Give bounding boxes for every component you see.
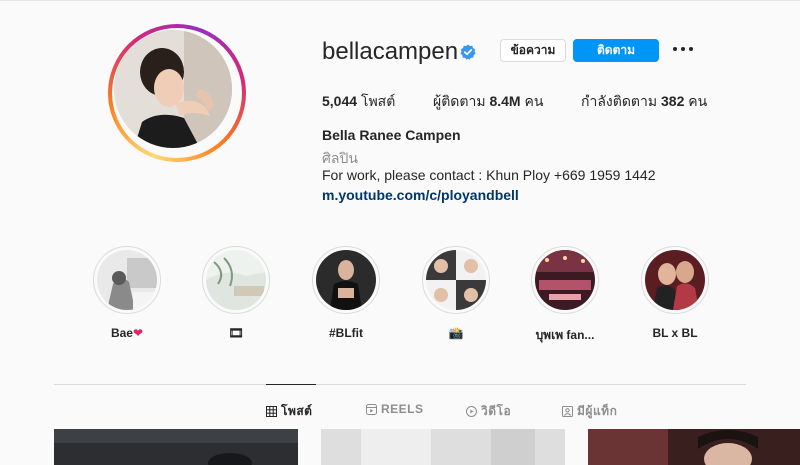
- posts-number: 5,044: [322, 93, 358, 109]
- highlight-cover: [316, 250, 376, 310]
- tagged-icon: [562, 406, 573, 417]
- following-label: กำลังติดตาม: [581, 93, 658, 109]
- tab-posts[interactable]: โพสต์: [266, 402, 312, 421]
- reels-icon: [366, 404, 377, 415]
- profile-avatar[interactable]: [108, 24, 246, 162]
- bio-text: For work, please contact : Khun Ploy +66…: [322, 167, 656, 183]
- bio-link[interactable]: m.youtube.com/c/ployandbell: [322, 187, 519, 203]
- post-thumbnail[interactable]: [54, 429, 298, 465]
- highlight-cover: [97, 250, 157, 310]
- tab-tagged-label: มีผู้แท็ก: [577, 404, 618, 418]
- highlight-label: 📸: [448, 326, 464, 340]
- username: bellacampen: [322, 38, 459, 65]
- following-count[interactable]: กำลังติดตาม 382 คน: [581, 91, 707, 113]
- tabs-divider: [54, 384, 746, 385]
- tab-posts-label: โพสต์: [281, 404, 313, 418]
- tab-reels[interactable]: REELS: [366, 402, 424, 416]
- highlight-label: #BLfit: [329, 326, 363, 340]
- tab-videos-label: วิดีโอ: [481, 404, 512, 418]
- highlight-label: 🎞: [228, 326, 244, 340]
- following-unit: คน: [688, 93, 708, 109]
- highlight-cover: [645, 250, 705, 310]
- tab-tagged[interactable]: มีผู้แท็ก: [562, 402, 617, 421]
- highlight-label: Bae: [110, 326, 133, 340]
- avatar-picture: [114, 30, 232, 148]
- highlight-cover: [426, 250, 486, 310]
- top-border: [0, 0, 800, 1]
- following-number: 382: [661, 93, 685, 109]
- posts-count: 5,044 โพสต์: [322, 91, 395, 113]
- avatar-photo: [114, 30, 232, 148]
- grid-icon: [266, 406, 277, 417]
- more-options-icon[interactable]: [673, 44, 695, 54]
- highlight-cover: [535, 250, 595, 310]
- heart-icon: ❤: [132, 326, 144, 340]
- post-thumbnail[interactable]: [588, 429, 800, 465]
- full-name: Bella Ranee Campen: [322, 127, 461, 143]
- follow-button[interactable]: ติดตาม: [573, 39, 659, 62]
- tab-reels-label: REELS: [381, 402, 424, 416]
- post-thumbnail[interactable]: [321, 429, 565, 465]
- highlight-cover: [206, 250, 266, 310]
- highlight-label: บุพเพ fan...: [535, 328, 595, 342]
- message-button[interactable]: ข้อความ: [500, 39, 566, 62]
- tab-videos[interactable]: วิดีโอ: [466, 402, 511, 421]
- followers-count[interactable]: ผู้ติดตาม 8.4M คน: [433, 91, 543, 113]
- posts-label: โพสต์: [360, 93, 396, 109]
- video-icon: [466, 406, 477, 417]
- followers-unit: คน: [524, 93, 544, 109]
- verified-badge-icon: [460, 44, 476, 60]
- highlight-label: BL x BL: [652, 326, 698, 340]
- followers-number: 8.4M: [489, 93, 521, 109]
- followers-label: ผู้ติดตาม: [433, 93, 486, 109]
- active-tab-indicator: [266, 384, 316, 385]
